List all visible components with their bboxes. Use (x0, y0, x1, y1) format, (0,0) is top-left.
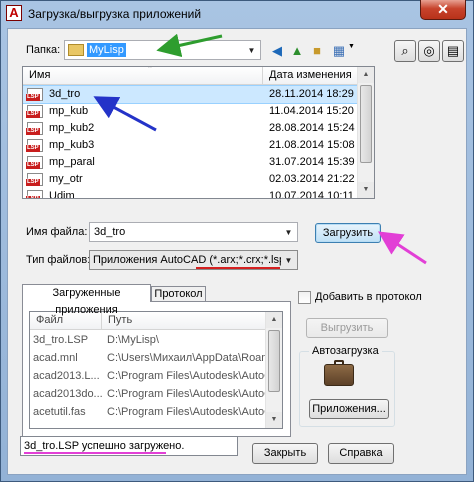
green-arrow-annotation (156, 33, 223, 58)
annotation-overlay (24, 33, 427, 454)
magenta-arrow-annotation (377, 231, 427, 265)
tab-loaded-applications[interactable]: Загруженные приложения (22, 284, 151, 316)
blue-arrow-annotation (93, 96, 157, 132)
